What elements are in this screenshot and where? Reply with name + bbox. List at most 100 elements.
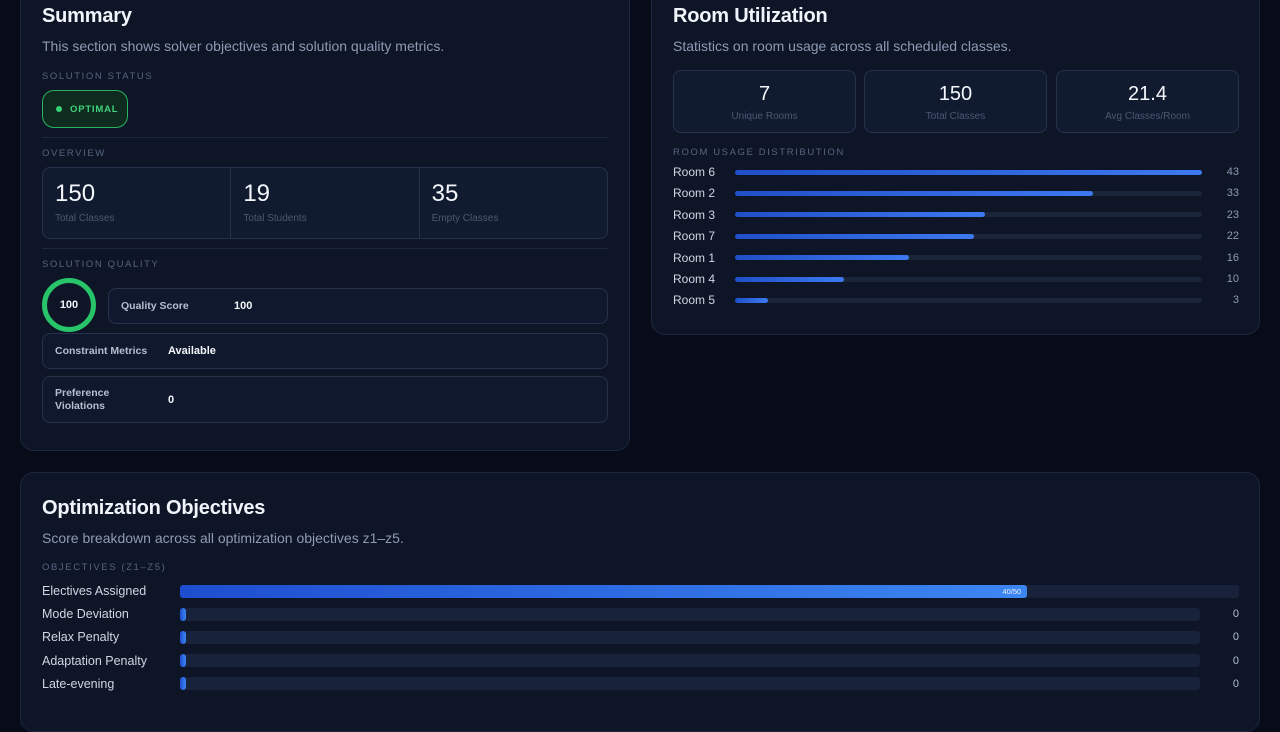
overview-grid: 150 Total Classes 19 Total Students 35 E… [42,167,608,239]
room-bar-fill [735,276,844,282]
pref-label-line2: Violations [55,399,105,412]
objective-name: Relax Penalty [42,630,120,645]
room-utilization-card: Room Utilization Statistics on room usag… [651,0,1260,335]
room-distribution-label: ROOM USAGE DISTRIBUTION [673,147,845,158]
room-name: Room 5 [673,293,716,308]
objective-name: Mode Deviation [42,607,129,622]
room-bar-fill [735,212,985,218]
objectives-label: OBJECTIVES (Z1–Z5) [42,562,167,573]
room-row: Room 6 43 [673,164,1239,180]
objective-bar-track [180,677,1200,691]
room-bar-track [735,169,1202,175]
room-name: Room 6 [673,165,716,179]
stat-label: Avg Classes/Room [1105,111,1190,122]
quality-score-value: 100 [234,300,253,312]
objective-bar-fill [180,607,186,621]
room-name: Room 4 [673,272,716,286]
room-bar-track [735,276,1202,282]
overview-value: 19 [243,180,271,207]
room-count: 22 [1226,230,1239,243]
overview-label-text: Total Classes [55,213,115,225]
room-bar-fill [735,255,909,261]
objective-bar-track [180,654,1200,668]
objective-row: Late-evening 0 [42,676,1239,692]
room-bar-track [735,255,1202,261]
room-row: Room 4 10 [673,271,1239,287]
constraint-metrics-box: Constraint Metrics Available [42,333,608,369]
objective-count: 0 [1232,677,1239,690]
quality-score-box: Quality Score 100 [108,288,608,324]
room-row: Room 7 22 [673,228,1239,244]
room-count: 10 [1226,273,1239,285]
summary-card: Summary This section shows solver object… [20,0,630,451]
overview-label-text: Total Students [243,213,307,225]
room-count: 16 [1226,251,1239,264]
room-bar-track [735,190,1202,196]
summary-title: Summary [42,5,132,27]
room-bar-fill [735,297,768,303]
optimization-objectives-card: Optimization Objectives Score breakdown … [20,472,1260,732]
objectives-title: Optimization Objectives [42,497,266,519]
objective-bar-track [180,607,1200,621]
objective-row: Electives Assigned 40/50 [42,583,1239,599]
stat-value: 7 [758,83,771,105]
room-bar-fill [735,169,1202,175]
overview-value: 35 [431,180,459,207]
objective-bar-fill [180,630,186,644]
room-bar-track [735,212,1202,218]
objective-count: 0 [1232,631,1239,644]
overview-empty-classes: 35 Empty Classes [420,168,607,238]
room-count: 33 [1226,187,1239,200]
divider [42,137,608,138]
status-dot-icon [56,106,62,112]
overview-label-text: Empty Classes [431,213,499,225]
room-count: 23 [1226,208,1239,221]
pref-label-line1: Preference [55,386,110,399]
status-badge: OPTIMAL [42,90,128,128]
room-count: 43 [1226,166,1239,178]
preference-violations-box: Preference Violations 0 [42,376,608,423]
room-name: Room 1 [673,250,716,265]
stat-value: 21.4 [1128,83,1167,105]
overview-total-students: 19 Total Students [231,168,420,238]
objective-name: Electives Assigned [42,584,147,598]
stat-total-classes: 150 Total Classes [864,70,1047,133]
stat-avg-classes: 21.4 Avg Classes/Room [1056,70,1239,133]
divider [42,248,608,249]
preference-violations-value: 0 [168,393,175,406]
quality-ring-gauge: 100 [42,278,96,332]
objective-row: Mode Deviation 0 [42,606,1239,622]
status-text: OPTIMAL [70,103,119,115]
stat-label: Unique Rooms [731,111,798,122]
objective-bar-track: 40/50 [180,584,1239,598]
objective-count: 0 [1232,654,1239,667]
stat-label: Total Classes [925,111,986,122]
room-bar-track [735,297,1202,303]
objective-bar-track [180,630,1200,644]
objective-row: Relax Penalty 0 [42,629,1239,645]
room-title: Room Utilization [673,5,828,27]
overview-label: OVERVIEW [42,148,106,159]
room-row: Room 1 16 [673,250,1239,266]
objectives-subtitle: Score breakdown across all optimization … [42,530,404,546]
solution-status-label: SOLUTION STATUS [42,71,154,82]
room-name: Room 2 [673,186,716,201]
room-subtitle: Statistics on room usage across all sche… [673,38,1012,54]
room-bar-track [735,233,1202,239]
preference-violations-label: Preference Violations [55,387,168,412]
objective-name: Late-evening [42,676,115,691]
stat-value: 150 [938,83,973,105]
constraint-metrics-label: Constraint Metrics [55,344,148,357]
objective-bar-fill [180,677,186,691]
summary-subtitle: This section shows solver objectives and… [42,38,445,54]
stat-unique-rooms: 7 Unique Rooms [673,70,856,133]
objective-row: Adaptation Penalty 0 [42,653,1239,669]
constraint-metrics-value: Available [168,345,216,357]
room-row: Room 2 33 [673,185,1239,201]
room-name: Room 3 [673,207,716,222]
overview-total-classes: 150 Total Classes [43,168,232,238]
objective-count: 0 [1232,608,1239,621]
room-row: Room 3 23 [673,207,1239,223]
room-bar-fill [735,190,1094,196]
solution-quality-label: SOLUTION QUALITY [42,259,160,270]
